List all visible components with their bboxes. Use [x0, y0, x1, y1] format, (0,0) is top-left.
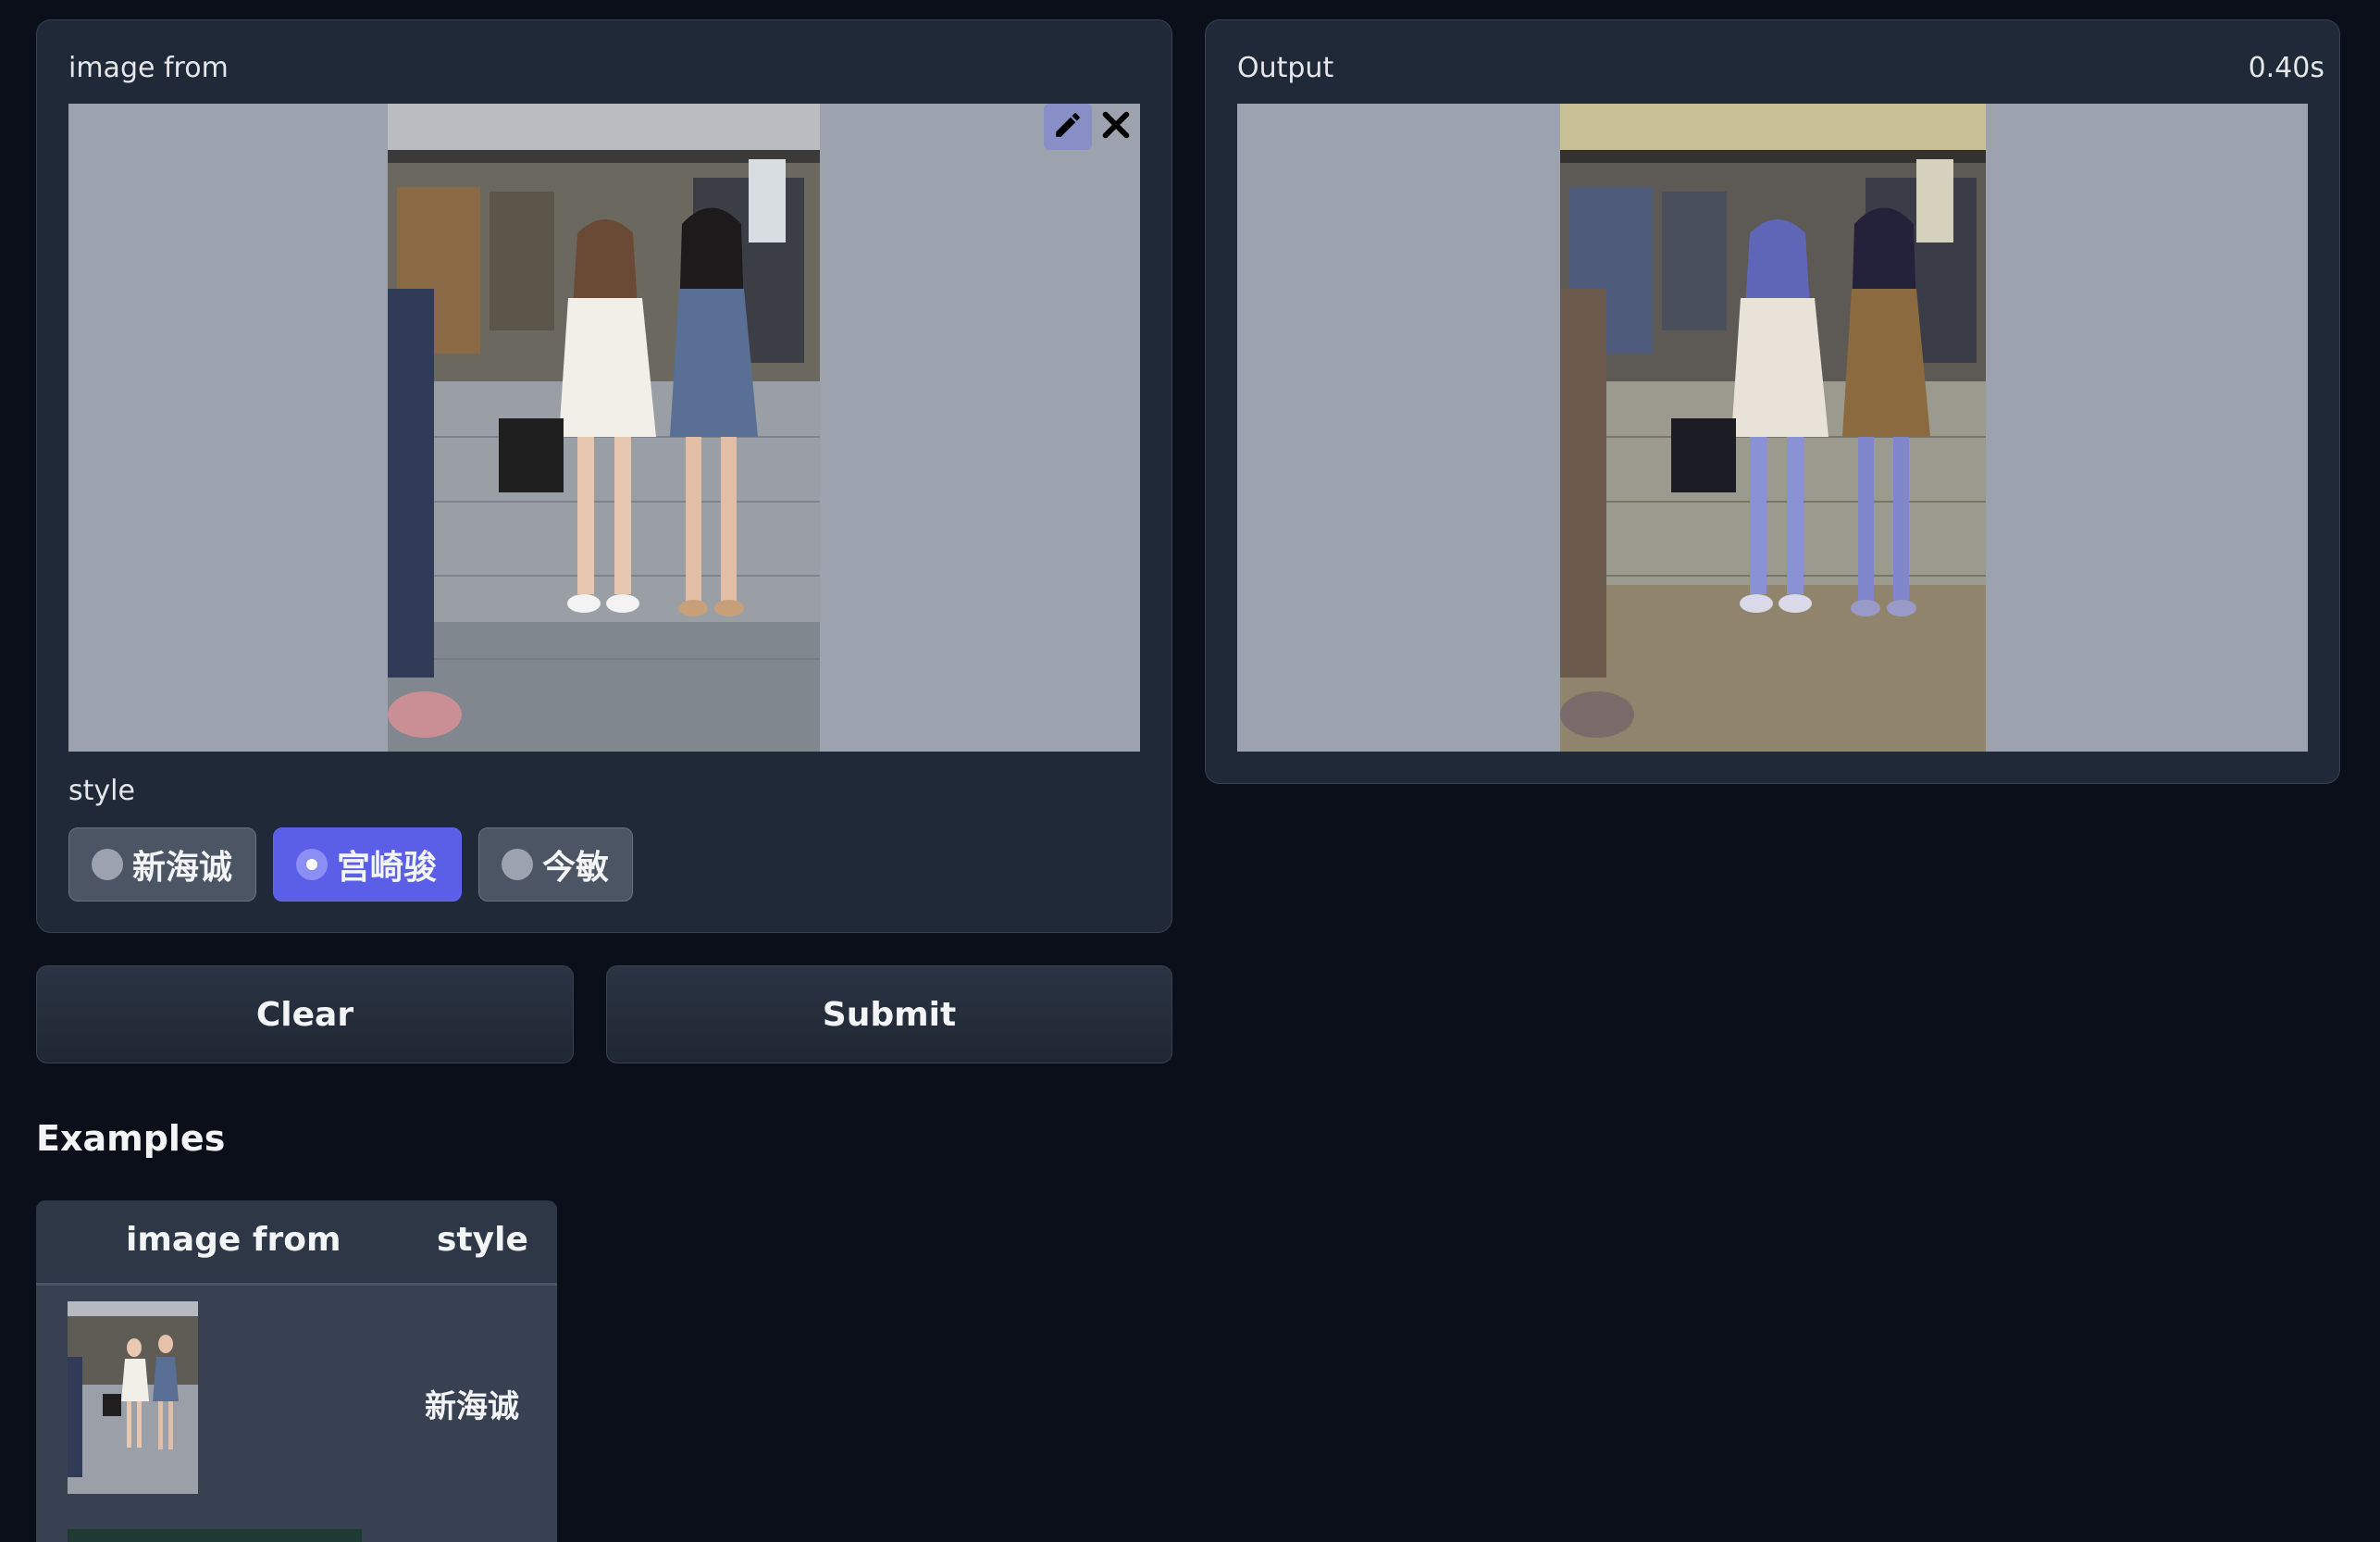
close-icon — [1100, 109, 1132, 144]
clear-image-button[interactable] — [1092, 104, 1140, 150]
example-thumbnail — [68, 1301, 198, 1494]
input-image-label: image from — [68, 52, 229, 84]
style-option-label: 新海诚 — [132, 849, 233, 887]
radio-circle-icon — [502, 849, 533, 880]
style-option-shinkai[interactable]: 新海诚 — [68, 827, 256, 902]
style-option-label: 今敏 — [542, 849, 610, 887]
example-style: 新海诚 — [425, 1388, 519, 1425]
examples-header-image: image from — [126, 1221, 341, 1259]
input-photo — [388, 104, 820, 752]
style-option-miyazaki[interactable]: 宫崎骏 — [273, 827, 462, 902]
style-option-kon[interactable]: 今敏 — [478, 827, 633, 902]
examples-header: image from style — [36, 1200, 557, 1286]
examples-table: image from style 新海诚 — [36, 1200, 557, 1542]
clear-button[interactable]: Clear — [36, 965, 574, 1063]
examples-row[interactable]: 新海诚 — [36, 1288, 557, 1514]
style-label: style — [68, 775, 135, 807]
examples-header-style: style — [437, 1221, 528, 1259]
submit-button[interactable]: Submit — [606, 965, 1172, 1063]
examples-title: Examples — [36, 1118, 226, 1159]
example-thumbnail — [68, 1529, 362, 1542]
output-panel: Output 0.40s — [1205, 19, 2340, 784]
output-time: 0.40s — [2248, 52, 2324, 84]
pencil-icon — [1052, 109, 1084, 144]
radio-circle-icon — [296, 849, 328, 880]
output-photo — [1560, 104, 1986, 752]
style-option-label: 宫崎骏 — [337, 849, 438, 887]
input-image-area[interactable] — [68, 104, 1140, 752]
radio-circle-icon — [92, 849, 123, 880]
examples-row[interactable] — [36, 1529, 557, 1542]
edit-image-button[interactable] — [1044, 104, 1092, 150]
output-label: Output — [1237, 52, 1334, 84]
input-panel: image from style 新海诚 宫崎骏 今敏 — [36, 19, 1172, 933]
output-image-area — [1237, 104, 2308, 752]
